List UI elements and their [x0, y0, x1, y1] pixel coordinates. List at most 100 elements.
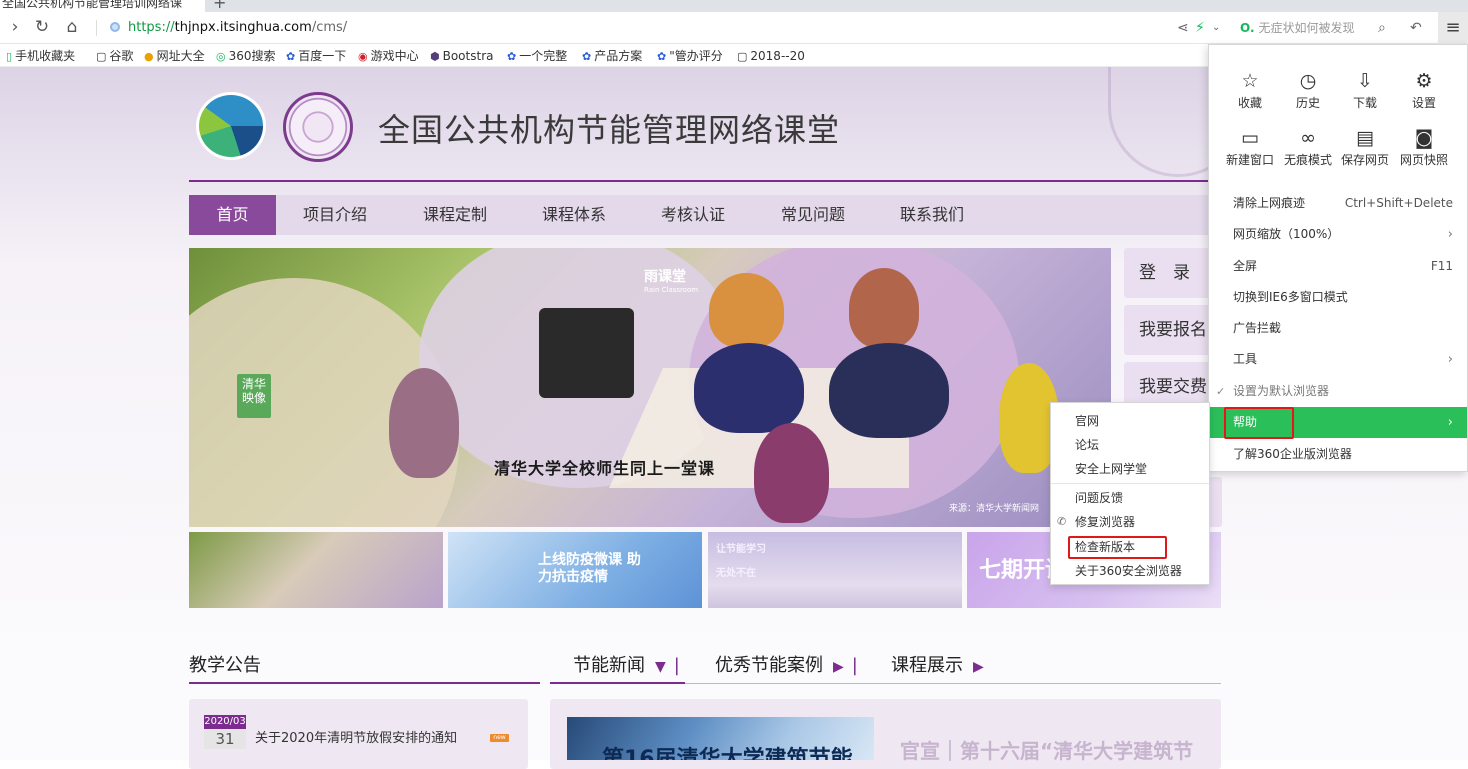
chevron-right-icon: ›: [1447, 352, 1453, 367]
submenu-item-security-school[interactable]: 安全上网学堂: [1051, 457, 1209, 481]
gear-icon: ⚙: [1415, 70, 1433, 92]
menu-item-enterprise[interactable]: 了解360企业版浏览器: [1209, 439, 1467, 470]
menu-item-clear-history[interactable]: 清除上网痕迹 Ctrl+Shift+Delete: [1209, 188, 1467, 219]
bookmark-item[interactable]: ▢ 谷歌: [96, 45, 133, 68]
submenu-item-feedback[interactable]: 问题反馈: [1051, 486, 1209, 510]
undo-close-icon[interactable]: ↶: [1410, 18, 1422, 38]
menu-save-page[interactable]: ▤ 保存网页: [1336, 126, 1394, 176]
hero-banner[interactable]: 雨课堂 Rain Classroom 清华映像 清华大学全校师生同上一堂课 来源：…: [189, 248, 1111, 527]
tsinghua-seal-logo[interactable]: [283, 92, 353, 162]
person-illustration: [849, 268, 919, 348]
site-logo[interactable]: [196, 92, 266, 160]
menu-item-ie6-mode[interactable]: 切换到IE6多窗口模式: [1209, 282, 1467, 313]
new-tab-button[interactable]: +: [213, 0, 226, 12]
download-icon: ⇩: [1357, 70, 1373, 92]
address-bar-row: › ↻ ⌂ https://thjnpx.itsinghua.com/cms/ …: [0, 12, 1468, 44]
menu-history[interactable]: ◷ 历史: [1279, 69, 1337, 119]
active-tab-underline: [550, 682, 685, 684]
highlight-annotation: [1224, 407, 1294, 439]
menu-item-default-browser[interactable]: ✓ 设置为默认浏览器: [1209, 376, 1467, 407]
tsinghua-image-badge: 清华映像: [237, 374, 271, 418]
camera-illustration: [539, 308, 634, 398]
nav-item-faq[interactable]: 常见问题: [767, 195, 859, 235]
divider: [189, 682, 540, 684]
nav-item-contact[interactable]: 联系我们: [886, 195, 978, 235]
menu-favorites[interactable]: ☆ 收藏: [1221, 69, 1279, 119]
share-icon[interactable]: ⋖: [1177, 18, 1189, 38]
hamburger-icon[interactable]: ≡: [1438, 12, 1468, 44]
new-window-icon: ▭: [1241, 127, 1259, 149]
bookmark-item[interactable]: ● 网址大全: [144, 45, 205, 68]
speed-mode-icon[interactable]: ⚡: [1195, 18, 1205, 38]
banner-caption: 清华大学全校师生同上一堂课: [494, 459, 716, 478]
menu-new-window[interactable]: ▭ 新建窗口: [1221, 126, 1279, 176]
menu-item-zoom[interactable]: 网页缩放（100%） ›: [1209, 219, 1467, 250]
person-illustration: [694, 343, 804, 433]
nav-item-home[interactable]: 首页: [189, 195, 276, 235]
check-icon: ✓: [1216, 385, 1226, 398]
nav-item-custom[interactable]: 课程定制: [409, 195, 501, 235]
url-path: /cms/: [311, 20, 348, 35]
reload-icon[interactable]: ↻: [31, 16, 53, 38]
history-icon: ◷: [1299, 70, 1317, 92]
bookmark-item[interactable]: ⬢ Bootstra: [430, 45, 493, 68]
incognito-icon: ∞: [1300, 127, 1316, 149]
url-field[interactable]: https://thjnpx.itsinghua.com/cms/: [110, 18, 347, 38]
bookmark-item[interactable]: ✿ 产品方案: [582, 45, 642, 68]
menu-item-adblock[interactable]: 广告拦截: [1209, 313, 1467, 344]
submenu-item-website[interactable]: 官网: [1051, 409, 1209, 433]
search-icon[interactable]: ⌕: [1378, 18, 1386, 38]
divider: [189, 180, 1221, 182]
menu-downloads[interactable]: ⇩ 下载: [1336, 69, 1394, 119]
section-title-notices: 教学公告: [189, 655, 261, 676]
chevron-right-icon: ›: [1447, 415, 1453, 430]
bookmark-item[interactable]: ◎ 360搜索: [216, 45, 276, 68]
menu-settings[interactable]: ⚙ 设置: [1395, 69, 1453, 119]
submenu-item-about[interactable]: 关于360安全浏览器: [1051, 559, 1209, 583]
search-hint: 无症状如何被发现: [1258, 21, 1355, 35]
tab-strip: 全国公共机构节能管理培训网络课 +: [0, 0, 1468, 12]
tab-course-showcase[interactable]: 课程展示 ▶: [891, 651, 984, 677]
carousel-thumb[interactable]: [189, 532, 443, 608]
bookmark-item[interactable]: ▢ 2018--20: [737, 45, 805, 68]
back-icon[interactable]: ›: [4, 16, 26, 38]
menu-item-fullscreen[interactable]: 全屏 F11: [1209, 251, 1467, 282]
date-badge: 2020/03 31: [204, 715, 246, 749]
nav-item-about[interactable]: 项目介绍: [289, 195, 381, 235]
bookmark-item[interactable]: ▯ 手机收藏夹: [6, 45, 75, 68]
menu-snapshot[interactable]: ◙ 网页快照: [1395, 126, 1453, 176]
news-image[interactable]: 第16届清华大学建筑节能: [567, 717, 874, 760]
star-icon: ☆: [1241, 70, 1259, 92]
browser-tab[interactable]: 全国公共机构节能管理培训网络课: [0, 0, 205, 12]
chevron-right-icon: ›: [1447, 227, 1453, 242]
divider: [96, 20, 97, 36]
search-input[interactable]: O. 无症状如何被发现: [1240, 19, 1355, 37]
nav-item-courses[interactable]: 课程体系: [528, 195, 620, 235]
bookmark-item[interactable]: ◉ 游戏中心: [358, 45, 419, 68]
bookmark-item[interactable]: ✿ 一个完整: [507, 45, 567, 68]
person-illustration: [709, 273, 784, 348]
triangle-right-icon: ▶: [973, 659, 984, 675]
shortcut-label: F11: [1430, 259, 1453, 273]
triangle-right-icon: ▶: [833, 659, 844, 675]
repair-icon: ✆: [1057, 515, 1067, 528]
highlight-annotation: [1068, 536, 1167, 559]
divider: |: [851, 655, 858, 676]
bookmark-item[interactable]: ✿ 百度一下: [286, 45, 346, 68]
tab-cases[interactable]: 优秀节能案例 ▶ |: [715, 651, 858, 677]
chevron-down-icon[interactable]: ⌄: [1212, 18, 1220, 38]
menu-incognito[interactable]: ∞ 无痕模式: [1279, 126, 1337, 176]
save-icon: ▤: [1356, 127, 1374, 149]
camera-icon: ◙: [1414, 127, 1434, 149]
bookmark-item[interactable]: ✿ "管办评分: [657, 45, 723, 68]
notice-link[interactable]: 关于2020年清明节放假安排的通知: [255, 727, 457, 746]
person-illustration: [754, 423, 829, 523]
nav-item-certification[interactable]: 考核认证: [647, 195, 739, 235]
carousel-thumb[interactable]: 上线防疫微课 助力抗击疫情: [448, 532, 702, 608]
submenu-item-repair[interactable]: ✆ 修复浏览器: [1051, 510, 1209, 534]
tab-energy-news[interactable]: 节能新闻 ▼ |: [573, 651, 680, 677]
menu-item-tools[interactable]: 工具 ›: [1209, 344, 1467, 375]
carousel-thumb[interactable]: 让节能学习 无处不在: [708, 532, 962, 608]
submenu-item-forum[interactable]: 论坛: [1051, 433, 1209, 457]
home-icon[interactable]: ⌂: [61, 16, 83, 38]
